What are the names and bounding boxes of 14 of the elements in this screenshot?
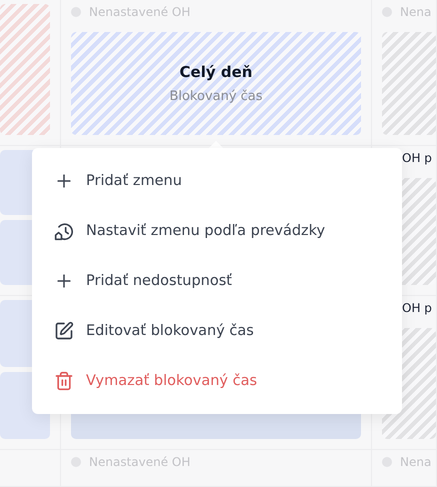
menu-item[interactable]: Pridať nedostupnosť bbox=[32, 256, 402, 306]
clock-house-icon bbox=[54, 221, 74, 241]
menu-item[interactable]: Editovať blokovaný čas bbox=[32, 306, 402, 356]
menu-item[interactable]: Nastaviť zmenu podľa prevádzky bbox=[32, 206, 402, 256]
menu-item[interactable]: Pridať zmenu bbox=[32, 156, 402, 206]
opening-hours-label: OH p bbox=[402, 151, 432, 165]
edit-icon bbox=[54, 321, 74, 341]
menu-item[interactable]: Vymazať blokovaný čas bbox=[32, 356, 402, 406]
blocked-time-card[interactable] bbox=[0, 4, 50, 135]
card-title: Celý deň bbox=[180, 63, 252, 81]
blocked-time-card[interactable]: Celý deň Blokovaný čas bbox=[71, 32, 361, 135]
trash-icon bbox=[54, 371, 74, 391]
opening-hours-label: OH p bbox=[402, 301, 432, 315]
card-subtitle: Blokovaný čas bbox=[169, 89, 263, 104]
